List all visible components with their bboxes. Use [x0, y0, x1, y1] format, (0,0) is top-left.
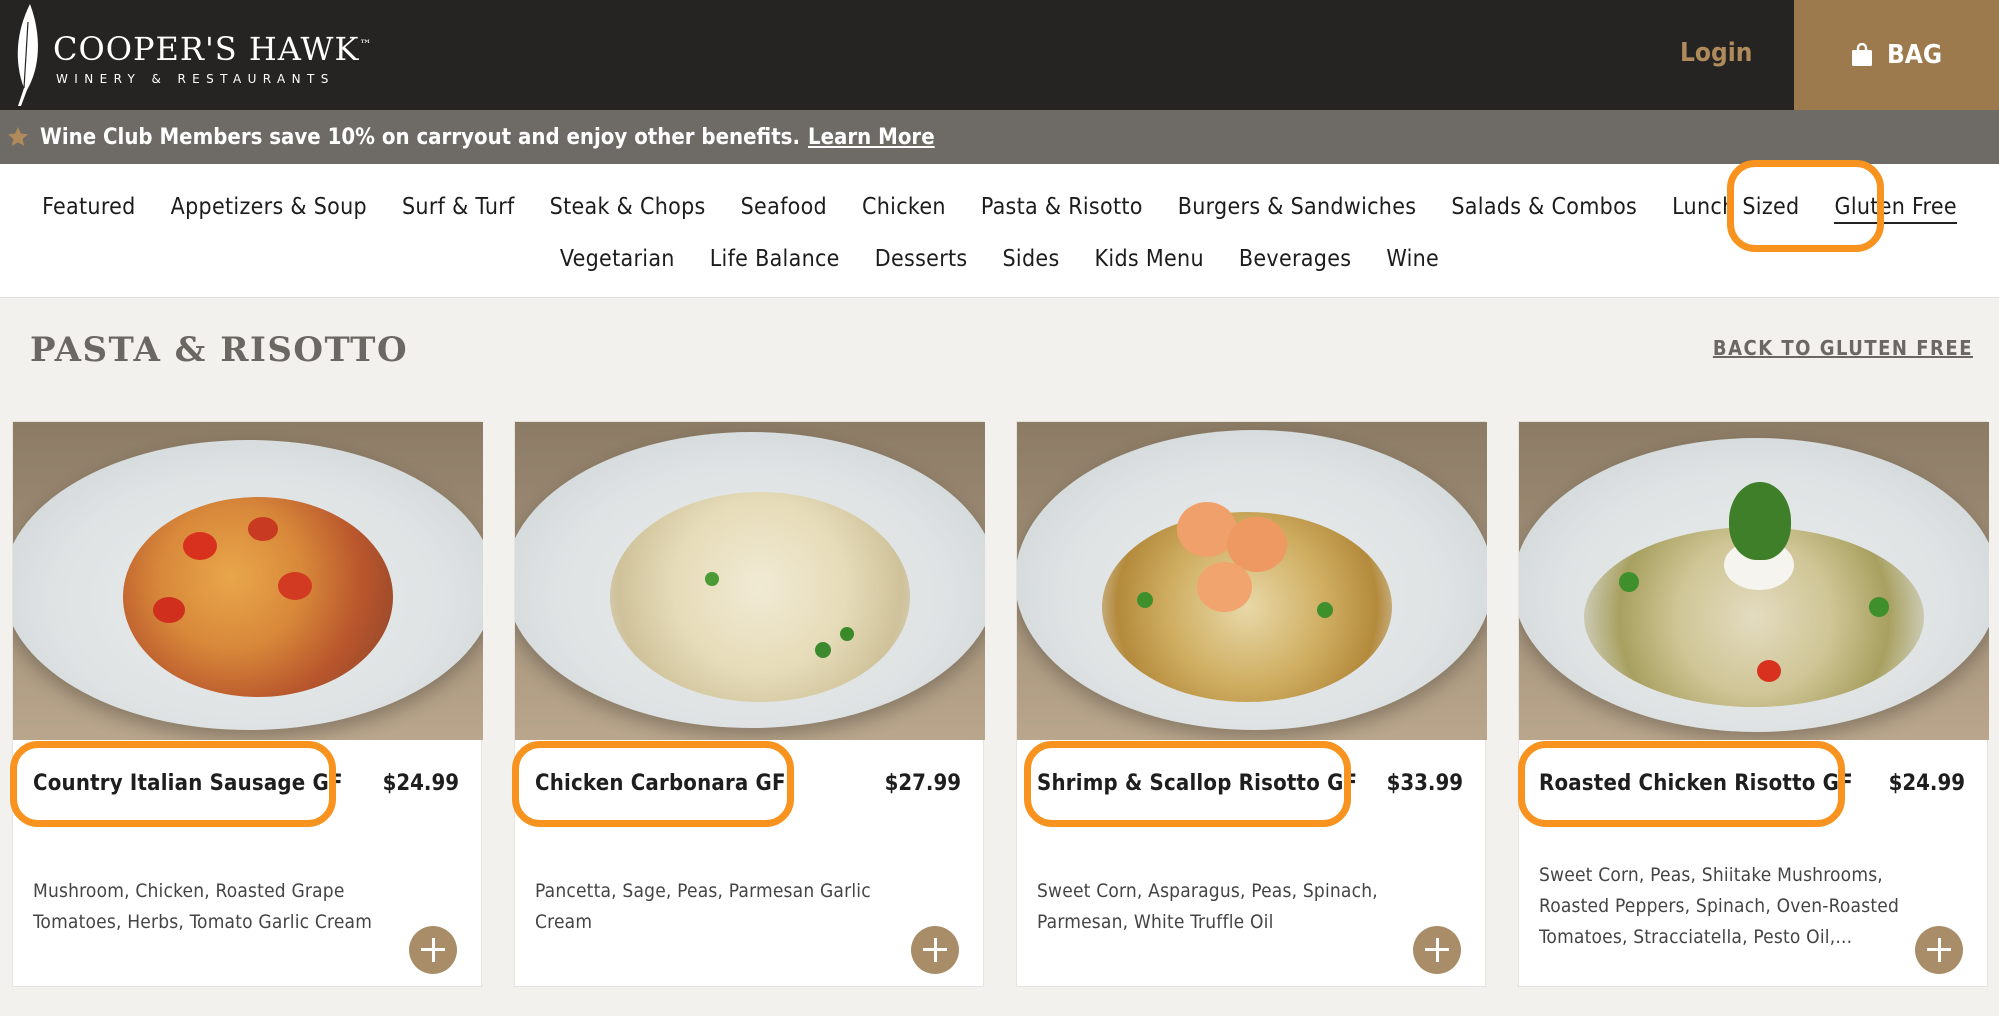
- login-link[interactable]: Login: [1680, 38, 1752, 68]
- item-description: Sweet Corn, Asparagus, Peas, Spinach, Pa…: [1037, 880, 1378, 933]
- item-description: Mushroom, Chicken, Roasted Grape Tomatoe…: [33, 880, 373, 933]
- item-price: $24.99: [1888, 771, 1965, 796]
- nav-item-surf-turf[interactable]: Surf & Turf: [402, 194, 515, 224]
- nav-item-life-balance[interactable]: Life Balance: [710, 246, 840, 272]
- nav-item-kids-menu[interactable]: Kids Menu: [1095, 246, 1204, 272]
- nav-item-steak-chops[interactable]: Steak & Chops: [550, 194, 706, 224]
- nav-item-beverages[interactable]: Beverages: [1239, 246, 1351, 272]
- logo-subtitle: WINERY & RESTAURANTS: [56, 72, 335, 86]
- bag-label: BAG: [1886, 40, 1943, 70]
- dish-photo: [1519, 422, 1989, 740]
- item-price: $24.99: [382, 771, 459, 796]
- add-to-bag-button[interactable]: [1413, 926, 1461, 974]
- learn-more-link[interactable]: Learn More: [808, 125, 935, 150]
- nav-item-seafood[interactable]: Seafood: [741, 194, 827, 224]
- site-header: COOPER'S HAWK™ WINERY & RESTAURANTS Logi…: [0, 0, 1999, 110]
- menu-item-card[interactable]: Country Italian Sausage GF $24.99 Mushro…: [12, 421, 483, 987]
- nav-row-2: Vegetarian Life Balance Desserts Sides K…: [0, 246, 1999, 272]
- nav-row-1: Featured Appetizers & Soup Surf & Turf S…: [0, 194, 1999, 224]
- promo-banner: Wine Club Members save 10% on carryout a…: [0, 110, 1999, 164]
- back-to-gluten-free-link[interactable]: BACK TO GLUTEN FREE: [1713, 336, 1973, 360]
- nav-item-salads-combos[interactable]: Salads & Combos: [1451, 194, 1637, 224]
- feather-logo-icon: [17, 4, 38, 106]
- item-price: $27.99: [884, 771, 961, 796]
- nav-item-gluten-free[interactable]: Gluten Free: [1834, 194, 1957, 224]
- nav-item-featured[interactable]: Featured: [42, 194, 136, 224]
- nav-item-pasta-risotto[interactable]: Pasta & Risotto: [981, 194, 1143, 224]
- add-to-bag-button[interactable]: [1915, 926, 1963, 974]
- category-nav: Featured Appetizers & Soup Surf & Turf S…: [0, 164, 1999, 298]
- coopers-hawk-logo[interactable]: COOPER'S HAWK™ WINERY & RESTAURANTS: [8, 2, 371, 106]
- nav-item-vegetarian[interactable]: Vegetarian: [560, 246, 675, 272]
- item-price: $33.99: [1386, 771, 1463, 796]
- section-title: PASTA & RISOTTO: [30, 330, 409, 370]
- nav-item-burgers-sandwiches[interactable]: Burgers & Sandwiches: [1178, 194, 1417, 224]
- item-description: Pancetta, Sage, Peas, Parmesan Garlic Cr…: [535, 880, 871, 933]
- item-title[interactable]: Country Italian Sausage GF: [33, 771, 343, 796]
- nav-item-desserts[interactable]: Desserts: [875, 246, 968, 272]
- item-title[interactable]: Roasted Chicken Risotto GF: [1539, 771, 1853, 796]
- dish-photo: [515, 422, 985, 740]
- nav-item-wine[interactable]: Wine: [1386, 246, 1439, 272]
- dish-photo: [13, 422, 483, 740]
- item-description: Sweet Corn, Peas, Shiitake Mushrooms, Ro…: [1539, 864, 1899, 948]
- nav-item-chicken[interactable]: Chicken: [862, 194, 946, 224]
- menu-item-card[interactable]: Shrimp & Scallop Risotto GF $33.99 Sweet…: [1016, 421, 1487, 987]
- menu-item-card[interactable]: Chicken Carbonara GF $27.99 Pancetta, Sa…: [514, 421, 985, 987]
- star-icon: [8, 127, 28, 146]
- menu-item-card[interactable]: Roasted Chicken Risotto GF $24.99 Sweet …: [1518, 421, 1989, 987]
- nav-item-lunch-sized[interactable]: Lunch Sized: [1672, 194, 1799, 224]
- shopping-bag-icon: [1851, 43, 1872, 66]
- bag-button[interactable]: BAG: [1794, 0, 1999, 110]
- promo-text: Wine Club Members save 10% on carryout a…: [40, 124, 800, 150]
- add-to-bag-button[interactable]: [911, 926, 959, 974]
- dish-photo: [1017, 422, 1487, 740]
- nav-item-sides[interactable]: Sides: [1002, 246, 1059, 272]
- item-title[interactable]: Shrimp & Scallop Risotto GF: [1037, 771, 1357, 796]
- logo-name: COOPER'S HAWK™: [53, 30, 373, 68]
- add-to-bag-button[interactable]: [409, 926, 457, 974]
- nav-item-appetizers-soup[interactable]: Appetizers & Soup: [171, 194, 367, 224]
- item-title[interactable]: Chicken Carbonara GF: [535, 771, 786, 796]
